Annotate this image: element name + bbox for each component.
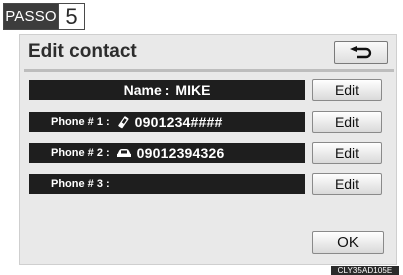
phone-2-number: 09012394326 bbox=[136, 145, 225, 161]
phone-2-label: Phone # 2 bbox=[51, 147, 103, 159]
phone-1-label: Phone # 1 bbox=[51, 116, 103, 128]
phone-row-3: Phone # 3 : bbox=[29, 174, 305, 194]
title-divider bbox=[24, 69, 394, 72]
navigation-screen: Edit contact Name : MIKE Edit Phone # 1 … bbox=[19, 34, 397, 265]
mobile-phone-icon bbox=[116, 115, 130, 129]
phone-1-separator: : bbox=[105, 116, 110, 128]
phone-row-2: Phone # 2 : 09012394326 bbox=[29, 143, 305, 163]
name-row: Name : MIKE bbox=[29, 80, 305, 100]
phone-3-label: Phone # 3 bbox=[51, 178, 103, 190]
ok-button[interactable]: OK bbox=[312, 231, 384, 254]
phone-row-1: Phone # 1 : 0901234#### bbox=[29, 112, 305, 132]
step-indicator: PASSO 5 bbox=[3, 3, 85, 30]
return-arrow-icon bbox=[350, 45, 372, 58]
back-button[interactable] bbox=[334, 41, 388, 64]
car-phone-icon bbox=[116, 147, 132, 159]
page-title: Edit contact bbox=[28, 41, 137, 62]
phone-1-number: 0901234#### bbox=[134, 114, 223, 130]
name-value: MIKE bbox=[175, 82, 211, 98]
edit-phone-2-button[interactable]: Edit bbox=[312, 142, 382, 164]
name-label: Name bbox=[123, 82, 162, 98]
phone-3-separator: : bbox=[105, 178, 110, 190]
edit-phone-3-button[interactable]: Edit bbox=[312, 173, 382, 195]
step-label: PASSO bbox=[4, 4, 58, 29]
figure-code: CLY35AD105E bbox=[331, 266, 399, 275]
phone-2-separator: : bbox=[105, 147, 110, 159]
step-number: 5 bbox=[58, 4, 84, 29]
edit-phone-1-button[interactable]: Edit bbox=[312, 111, 382, 133]
name-separator: : bbox=[164, 82, 170, 98]
edit-name-button[interactable]: Edit bbox=[312, 79, 382, 101]
